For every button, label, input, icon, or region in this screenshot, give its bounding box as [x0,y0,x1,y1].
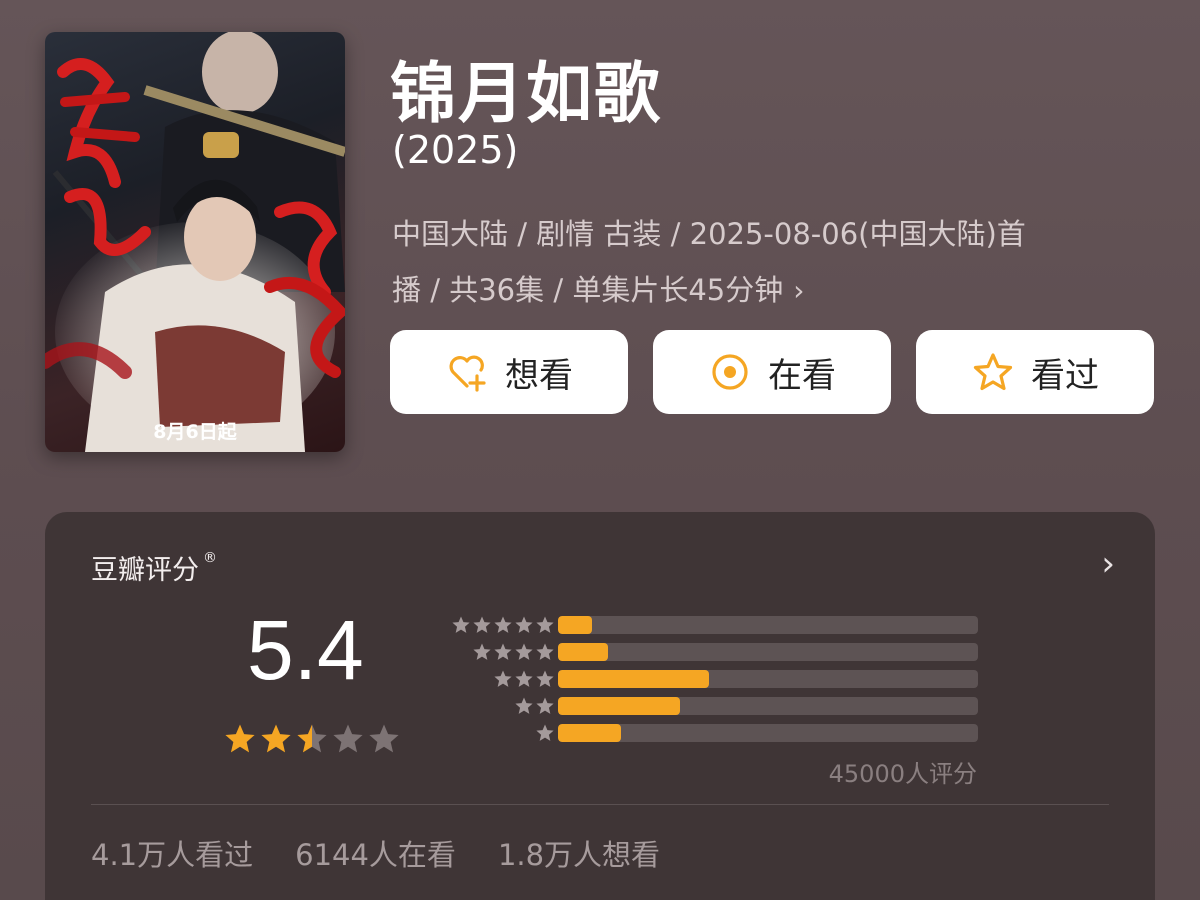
rating-count: 45000人评分 [828,760,977,788]
score-star-icon [333,724,363,753]
small-star-icon [515,616,533,633]
small-star-icon [536,697,554,714]
target-icon [712,354,748,390]
release-year: (2025) [392,128,519,172]
meta-line-2-text: 播 / 共36集 / 单集片长45分钟 [392,273,784,307]
watched-label: 看过 [1031,355,1099,396]
rating-card-title: 豆瓣评分 ® [91,548,217,587]
want-to-watch-label: 想看 [505,355,573,396]
registered-mark: ® [203,550,217,566]
page-title: 锦月如歌 [390,55,662,132]
distribution-row-1-star [435,722,985,749]
small-star-icon [536,670,554,687]
distribution-bar-fill [558,670,710,688]
divider [91,804,1109,805]
poster-artwork [45,32,345,452]
distribution-row-2-star [435,695,985,722]
distribution-stars [493,668,555,690]
small-star-icon [536,616,554,633]
score-stars [223,722,401,756]
want-to-watch-button[interactable]: 想看 [390,330,628,414]
small-star-icon [473,643,491,660]
distribution-stars [514,695,555,717]
small-star-icon [473,616,491,633]
watched-button[interactable]: 看过 [916,330,1154,414]
chevron-right-icon[interactable]: › [1101,544,1115,584]
watching-button[interactable]: 在看 [653,330,891,414]
stat-watched[interactable]: 4.1万人看过 [91,832,253,874]
small-star-icon [515,670,533,687]
small-star-icon [536,643,554,660]
small-star-icon [494,616,512,633]
distribution-stars [472,641,555,663]
rating-title-text: 豆瓣评分 [91,555,199,586]
distribution-stars [451,614,555,636]
rating-distribution [435,614,985,749]
distribution-bar-fill [558,643,609,661]
poster-image[interactable]: 8月6日起 [45,32,345,452]
score-star-icon [297,724,327,753]
distribution-row-5-star [435,614,985,641]
distribution-row-4-star [435,641,985,668]
small-star-icon [494,670,512,687]
stat-want[interactable]: 1.8万人想看 [498,832,660,874]
meta-line-2: 播 / 共36集 / 单集片长45分钟 › [392,262,1132,319]
watching-label: 在看 [768,355,836,396]
show-meta-info[interactable]: 中国大陆 / 剧情 古装 / 2025-08-06(中国大陆)首 播 / 共36… [392,206,1132,319]
distribution-bar-track [558,670,978,688]
score-star-icon [369,724,399,753]
small-star-icon [452,616,470,633]
distribution-stars [535,722,555,744]
rating-card[interactable]: 豆瓣评分 ® › 5.4 45000人评分 4.1万人看过 6144人在看 1.8… [45,512,1155,900]
chevron-right-icon: › [793,274,805,307]
score-star-icon [225,724,255,753]
distribution-bar-fill [558,697,680,715]
distribution-row-3-star [435,668,985,695]
distribution-bar-fill [558,616,592,634]
small-star-icon [536,724,554,741]
small-star-icon [515,643,533,660]
small-star-icon [494,643,512,660]
score-star-icon [261,724,291,753]
heart-plus-icon [449,355,486,392]
star-outline-icon [973,353,1013,391]
meta-line-1: 中国大陆 / 剧情 古装 / 2025-08-06(中国大陆)首 [392,217,1026,251]
audience-stats: 4.1万人看过 6144人在看 1.8万人想看 [91,832,660,874]
distribution-bar-track [558,643,978,661]
rating-score: 5.4 [247,603,364,697]
stat-watching[interactable]: 6144人在看 [295,832,456,874]
distribution-bar-track [558,697,978,715]
distribution-bar-track [558,616,978,634]
small-star-icon [515,697,533,714]
poster-date-text: 8月6日起 [153,421,237,443]
distribution-bar-track [558,724,978,742]
distribution-bar-fill [558,724,621,742]
